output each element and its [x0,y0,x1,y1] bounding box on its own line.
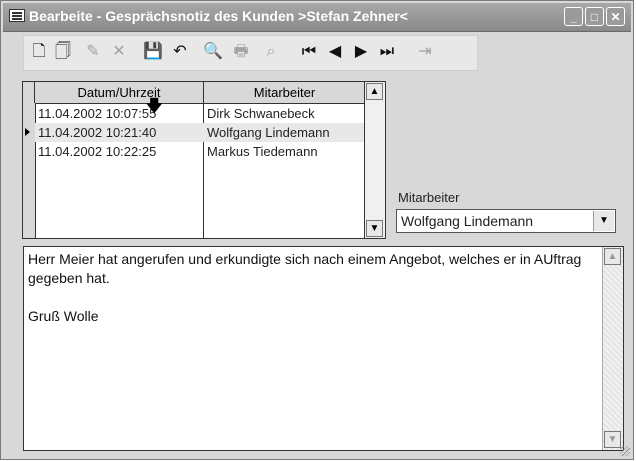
current-row-pointer-icon [25,128,30,136]
cell-employee: Markus Tiedemann [207,144,318,159]
delete-icon[interactable]: ✕ [108,41,130,63]
table-row-selected[interactable]: 11.04.2002 10:21:40 Wolfgang Lindemann [35,123,366,142]
cell-datetime: 11.04.2002 10:07:55 [38,106,157,121]
title-bar[interactable]: Bearbeite - Gesprächsnotiz des Kunden >S… [3,3,631,32]
chevron-down-icon[interactable]: ▼ [593,211,614,231]
scroll-up-icon[interactable]: ▲ [366,83,383,100]
resize-grip-icon[interactable] [620,446,630,456]
grid-scrollbar[interactable]: ▲ ▼ [364,82,385,238]
memo-text[interactable]: Herr Meier hat angerufen und erkundigte … [28,250,598,326]
employee-dropdown[interactable]: Wolfgang Lindemann ▼ [396,209,616,233]
last-record-icon[interactable]: ⏭ [376,41,398,63]
table-row[interactable]: 11.04.2002 10:07:55 Dirk Schwanebeck [35,104,366,123]
dialog-window: Bearbeite - Gesprächsnotiz des Kunden >S… [0,0,634,460]
mouse-cursor-icon: 🡇 [146,98,163,115]
cell-employee: Dirk Schwanebeck [207,106,315,121]
toolbar: 🗋 🗍 ✎ ✕ 💾 ↶ 🔍 🖶 ⌕ ⏮ ◀ ▶ ⏭ ⇥ [23,35,478,71]
save-icon[interactable]: 💾 [142,41,164,63]
minimize-button[interactable]: _ [564,7,583,26]
window-title: Bearbeite - Gesprächsnotiz des Kunden >S… [29,8,408,24]
prev-record-icon[interactable]: ◀ [324,41,346,63]
search-icon[interactable]: ⌕ [260,41,282,63]
preview-icon[interactable]: 🔍 [202,41,224,63]
edit-icon[interactable]: ✎ [82,41,104,63]
scroll-down-icon[interactable]: ▼ [366,220,383,237]
close-button[interactable]: ✕ [606,7,625,26]
print-icon[interactable]: 🖶 [230,41,252,63]
window-icon[interactable] [9,9,25,22]
employee-dropdown-value: Wolfgang Lindemann [401,213,534,229]
scroll-up-icon[interactable]: ▲ [604,248,621,265]
maximize-button[interactable]: □ [585,7,604,26]
copy-icon[interactable]: 🗍 [52,41,74,63]
header-corner [23,82,35,103]
first-record-icon[interactable]: ⏮ [298,41,320,63]
cell-datetime: 11.04.2002 10:22:25 [38,144,157,159]
undo-icon[interactable]: ↶ [169,41,191,63]
column-header-employee[interactable]: Mitarbeiter [204,82,366,103]
exit-icon[interactable]: ⇥ [414,41,436,63]
notes-grid[interactable]: Datum/Uhrzeit Mitarbeiter 11.04.2002 10:… [22,81,386,239]
next-record-icon[interactable]: ▶ [350,41,372,63]
column-header-datetime[interactable]: Datum/Uhrzeit [35,82,204,103]
table-row[interactable]: 11.04.2002 10:22:25 Markus Tiedemann [35,142,366,161]
new-icon[interactable]: 🗋 [28,41,50,63]
grid-header: Datum/Uhrzeit Mitarbeiter [23,82,366,104]
employee-label: Mitarbeiter [398,190,460,205]
cell-employee: Wolfgang Lindemann [207,125,330,140]
memo-scrollbar[interactable]: ▲ ▼ [602,247,623,450]
memo-textarea[interactable]: Herr Meier hat angerufen und erkundigte … [23,246,624,451]
cell-datetime: 11.04.2002 10:21:40 [38,125,157,140]
scroll-down-icon[interactable]: ▼ [604,431,621,448]
